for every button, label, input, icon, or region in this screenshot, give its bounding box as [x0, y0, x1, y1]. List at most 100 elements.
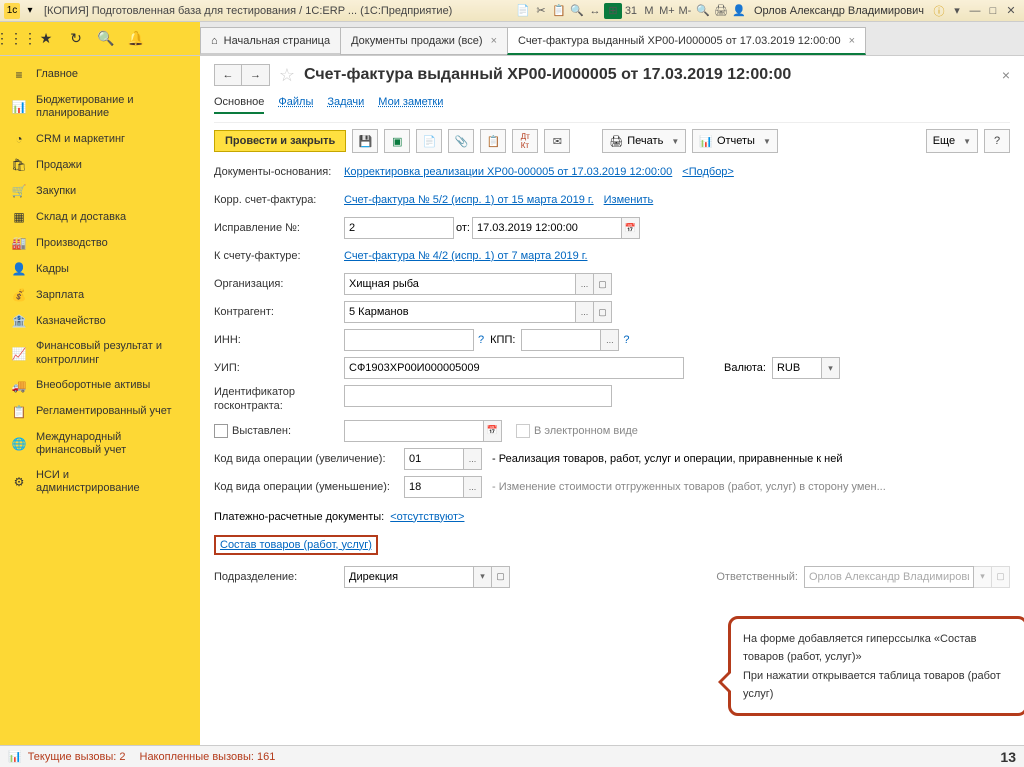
- calc-icon[interactable]: ⊞: [604, 3, 622, 19]
- change-link[interactable]: Изменить: [604, 194, 654, 206]
- dropdown-icon[interactable]: ▾: [974, 566, 992, 588]
- dropdown-icon[interactable]: ▾: [822, 357, 840, 379]
- help-icon[interactable]: ?: [478, 334, 484, 346]
- currency-input[interactable]: [772, 357, 822, 379]
- issued-date-input[interactable]: [344, 420, 484, 442]
- sidebar-item-main[interactable]: ≡Главное: [0, 62, 200, 88]
- select-icon[interactable]: ...: [464, 476, 482, 498]
- select-icon[interactable]: ...: [576, 301, 594, 323]
- help-icon[interactable]: ?: [623, 334, 629, 346]
- tab-invoice[interactable]: Счет-фактура выданный ХР00-И000005 от 17…: [507, 27, 866, 55]
- help-icon[interactable]: ?: [984, 129, 1010, 153]
- tool-icon[interactable]: 📋: [550, 3, 568, 19]
- partner-input[interactable]: [344, 301, 576, 323]
- sidebar-item-crm[interactable]: ◔CRM и маркетинг: [0, 126, 200, 152]
- open-icon[interactable]: ▢: [594, 301, 612, 323]
- electronic-checkbox[interactable]: [516, 424, 530, 438]
- dropdown-icon[interactable]: ▾: [948, 3, 966, 19]
- sidebar-item-hr[interactable]: 👤Кадры: [0, 256, 200, 282]
- dropdown-icon[interactable]: ▾: [22, 3, 38, 19]
- copy-icon[interactable]: 📄: [416, 129, 442, 153]
- fix-number-input[interactable]: [344, 217, 454, 239]
- org-input[interactable]: [344, 273, 576, 295]
- gk-input[interactable]: [344, 385, 612, 407]
- user-name[interactable]: Орлов Александр Владимирович: [754, 5, 924, 17]
- subtab-files[interactable]: Файлы: [278, 96, 313, 114]
- sidebar-item-production[interactable]: 🏭Производство: [0, 230, 200, 256]
- fix-date-input[interactable]: [472, 217, 622, 239]
- opcode-inc-input[interactable]: [404, 448, 464, 470]
- tool-icon[interactable]: 📄: [514, 3, 532, 19]
- basis-pick-link[interactable]: <Подбор>: [682, 166, 734, 178]
- attach-icon[interactable]: 📎: [448, 129, 474, 153]
- perf-icon[interactable]: 📊: [8, 750, 22, 763]
- maximize-icon[interactable]: □: [984, 3, 1002, 19]
- open-icon[interactable]: ▢: [992, 566, 1010, 588]
- dept-input[interactable]: [344, 566, 474, 588]
- post-close-button[interactable]: Провести и закрыть: [214, 130, 346, 152]
- tool-icon[interactable]: 🖨: [712, 3, 730, 19]
- star-icon[interactable]: ★: [36, 29, 56, 49]
- subtab-main[interactable]: Основное: [214, 96, 264, 114]
- open-icon[interactable]: ▢: [594, 273, 612, 295]
- goods-composition-link[interactable]: Состав товаров (работ, услуг): [220, 539, 372, 551]
- calendar-icon[interactable]: 📅: [484, 420, 502, 442]
- subtab-notes[interactable]: Мои заметки: [378, 96, 443, 114]
- subtab-tasks[interactable]: Задачи: [327, 96, 364, 114]
- sidebar-item-warehouse[interactable]: ▦Склад и доставка: [0, 204, 200, 230]
- favorite-icon[interactable]: ☆: [276, 64, 298, 86]
- calendar-icon[interactable]: 📅: [622, 217, 640, 239]
- minimize-icon[interactable]: —: [966, 3, 984, 19]
- tool-icon[interactable]: ✂: [532, 3, 550, 19]
- tool-icon[interactable]: ↔: [586, 3, 604, 19]
- sidebar-item-finance[interactable]: 📈Финансовый результат и контроллинг: [0, 334, 200, 372]
- tool-icon[interactable]: 🔍: [568, 3, 586, 19]
- search-icon[interactable]: 🔍: [96, 29, 116, 49]
- edo-icon[interactable]: ✉: [544, 129, 570, 153]
- apps-icon[interactable]: ⋮⋮⋮: [6, 29, 26, 49]
- corr-link[interactable]: Счет-фактура № 5/2 (испр. 1) от 15 марта…: [344, 194, 594, 206]
- sidebar-item-sales[interactable]: 🛍Продажи: [0, 152, 200, 178]
- to-invoice-link[interactable]: Счет-фактура № 4/2 (испр. 1) от 7 марта …: [344, 250, 588, 262]
- m-icon[interactable]: M: [640, 3, 658, 19]
- sidebar-item-ifrs[interactable]: 🌐Международный финансовый учет: [0, 425, 200, 463]
- select-icon[interactable]: ...: [576, 273, 594, 295]
- close-icon[interactable]: ×: [491, 35, 497, 47]
- tab-documents[interactable]: Документы продажи (все) ×: [340, 27, 508, 55]
- close-icon[interactable]: ✕: [1002, 3, 1020, 19]
- m-minus-icon[interactable]: M-: [676, 3, 694, 19]
- user-icon[interactable]: 👤: [730, 3, 748, 19]
- print-button[interactable]: 🖨 Печать▼: [602, 129, 686, 153]
- dtkt-icon[interactable]: ДтКт: [512, 129, 538, 153]
- issued-checkbox[interactable]: [214, 424, 228, 438]
- back-button[interactable]: ←: [214, 64, 242, 86]
- resp-input[interactable]: [804, 566, 974, 588]
- select-icon[interactable]: ...: [464, 448, 482, 470]
- paydocs-link[interactable]: <отсутствуют>: [390, 511, 464, 523]
- sidebar-item-salary[interactable]: 💰Зарплата: [0, 282, 200, 308]
- inn-input[interactable]: [344, 329, 474, 351]
- sidebar-item-admin[interactable]: ⚙НСИ и администрирование: [0, 463, 200, 501]
- more-button[interactable]: Еще▼: [926, 129, 978, 153]
- dropdown-icon[interactable]: ▾: [474, 566, 492, 588]
- paste-icon[interactable]: 📋: [480, 129, 506, 153]
- basis-link[interactable]: Корректировка реализации ХР00-000005 от …: [344, 166, 672, 178]
- close-icon[interactable]: ×: [849, 35, 855, 47]
- reports-button[interactable]: 📊 Отчеты▼: [692, 129, 778, 153]
- uip-input[interactable]: [344, 357, 684, 379]
- bell-icon[interactable]: 🔔: [126, 29, 146, 49]
- sidebar-item-assets[interactable]: 🚚Внеоборотные активы: [0, 373, 200, 399]
- forward-button[interactable]: →: [242, 64, 270, 86]
- sidebar-item-regulated[interactable]: 📋Регламентированный учет: [0, 399, 200, 425]
- open-icon[interactable]: ▢: [492, 566, 510, 588]
- sidebar-item-treasury[interactable]: 🏦Казначейство: [0, 308, 200, 334]
- calendar-icon[interactable]: 31: [622, 3, 640, 19]
- tool-icon[interactable]: 🔍: [694, 3, 712, 19]
- history-icon[interactable]: ↻: [66, 29, 86, 49]
- m-plus-icon[interactable]: M+: [658, 3, 676, 19]
- opcode-dec-input[interactable]: [404, 476, 464, 498]
- select-icon[interactable]: ...: [601, 329, 619, 351]
- close-icon[interactable]: ×: [1002, 67, 1010, 83]
- kpp-input[interactable]: [521, 329, 601, 351]
- post-icon[interactable]: ▣: [384, 129, 410, 153]
